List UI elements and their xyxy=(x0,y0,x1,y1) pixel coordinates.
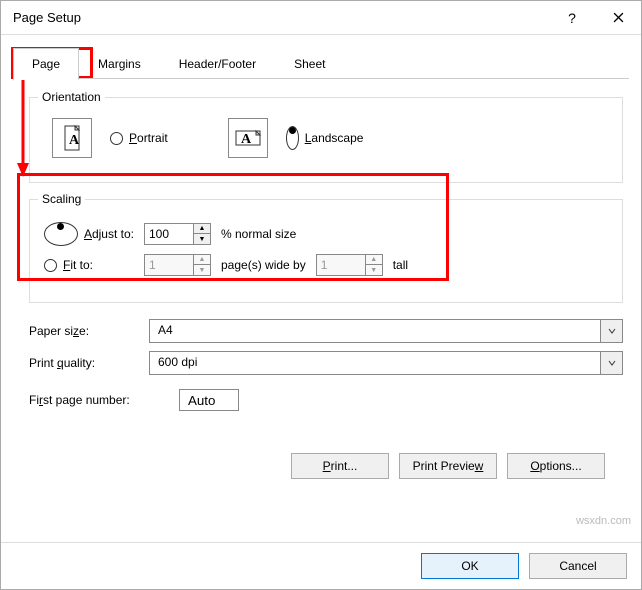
dialog-title: Page Setup xyxy=(13,10,549,25)
scaling-legend: Scaling xyxy=(38,192,85,206)
radio-adjust-to[interactable]: Adjust to: xyxy=(44,222,134,246)
radio-dot xyxy=(44,259,57,272)
tab-sheet[interactable]: Sheet xyxy=(275,48,344,80)
radio-dot xyxy=(110,132,123,145)
action-buttons: Print... Print Preview Options... xyxy=(29,441,623,491)
chevron-down-icon xyxy=(608,327,616,335)
dropdown-button[interactable] xyxy=(601,351,623,375)
print-button[interactable]: Print... xyxy=(291,453,389,479)
paper-size-select[interactable]: A4 xyxy=(149,319,623,343)
dropdown-button[interactable] xyxy=(601,319,623,343)
svg-text:A: A xyxy=(69,133,80,148)
watermark: wsxdn.com xyxy=(576,515,631,527)
print-quality-label: Print quality: xyxy=(29,356,139,370)
spin-down[interactable]: ▼ xyxy=(194,265,210,275)
radio-dot xyxy=(286,126,299,150)
scaling-group: Scaling Adjust to: ▲▼ % normal size Fit … xyxy=(29,199,623,303)
radio-fit-to[interactable]: Fit to: xyxy=(44,258,134,272)
paper-size-label: Paper size: xyxy=(29,324,139,338)
spin-up[interactable]: ▲ xyxy=(194,224,210,234)
radio-dot xyxy=(44,222,78,246)
print-quality-value: 600 dpi xyxy=(149,351,601,375)
first-page-label: First page number: xyxy=(29,393,169,407)
annotation-arrow xyxy=(15,79,35,179)
svg-text:A: A xyxy=(241,132,252,147)
titlebar: Page Setup ? xyxy=(1,1,641,35)
tab-margins[interactable]: Margins xyxy=(79,48,160,80)
ok-button[interactable]: OK xyxy=(421,553,519,579)
print-preview-button[interactable]: Print Preview xyxy=(399,453,497,479)
tab-bar: Page Margins Header/Footer Sheet xyxy=(1,35,641,79)
page-setup-dialog: Page Setup ? Page Margins Header/Footer … xyxy=(0,0,642,590)
tab-page[interactable]: Page xyxy=(13,48,79,80)
fit-wide-input[interactable] xyxy=(144,254,194,276)
spin-up[interactable]: ▲ xyxy=(194,255,210,265)
cancel-button[interactable]: Cancel xyxy=(529,553,627,579)
print-quality-select[interactable]: 600 dpi xyxy=(149,351,623,375)
spin-down[interactable]: ▼ xyxy=(366,265,382,275)
help-button[interactable]: ? xyxy=(549,1,595,35)
first-page-input[interactable] xyxy=(179,389,239,411)
orientation-group: Orientation A Portrait A Landscape xyxy=(29,97,623,183)
options-button[interactable]: Options... xyxy=(507,453,605,479)
fit-wide-spinner[interactable]: ▲▼ xyxy=(144,254,211,276)
paper-size-value: A4 xyxy=(149,319,601,343)
close-icon xyxy=(613,12,624,23)
tab-content: Orientation A Portrait A Landscape xyxy=(1,79,641,542)
fit-tall-label: tall xyxy=(393,258,408,272)
fit-tall-spinner[interactable]: ▲▼ xyxy=(316,254,383,276)
adjust-to-spinner[interactable]: ▲▼ xyxy=(144,223,211,245)
fit-tall-input[interactable] xyxy=(316,254,366,276)
fit-mid-label: page(s) wide by xyxy=(221,258,306,272)
portrait-icon: A xyxy=(52,118,92,158)
close-button[interactable] xyxy=(595,1,641,35)
chevron-down-icon xyxy=(608,359,616,367)
adjust-suffix: % normal size xyxy=(221,227,296,241)
spin-down[interactable]: ▼ xyxy=(194,234,210,244)
orientation-legend: Orientation xyxy=(38,90,105,104)
adjust-to-input[interactable] xyxy=(144,223,194,245)
spin-up[interactable]: ▲ xyxy=(366,255,382,265)
tab-header-footer[interactable]: Header/Footer xyxy=(160,48,275,80)
dialog-footer: OK Cancel xyxy=(1,542,641,589)
landscape-icon: A xyxy=(228,118,268,158)
radio-landscape[interactable]: Landscape xyxy=(286,126,364,150)
radio-portrait[interactable]: Portrait xyxy=(110,131,168,145)
